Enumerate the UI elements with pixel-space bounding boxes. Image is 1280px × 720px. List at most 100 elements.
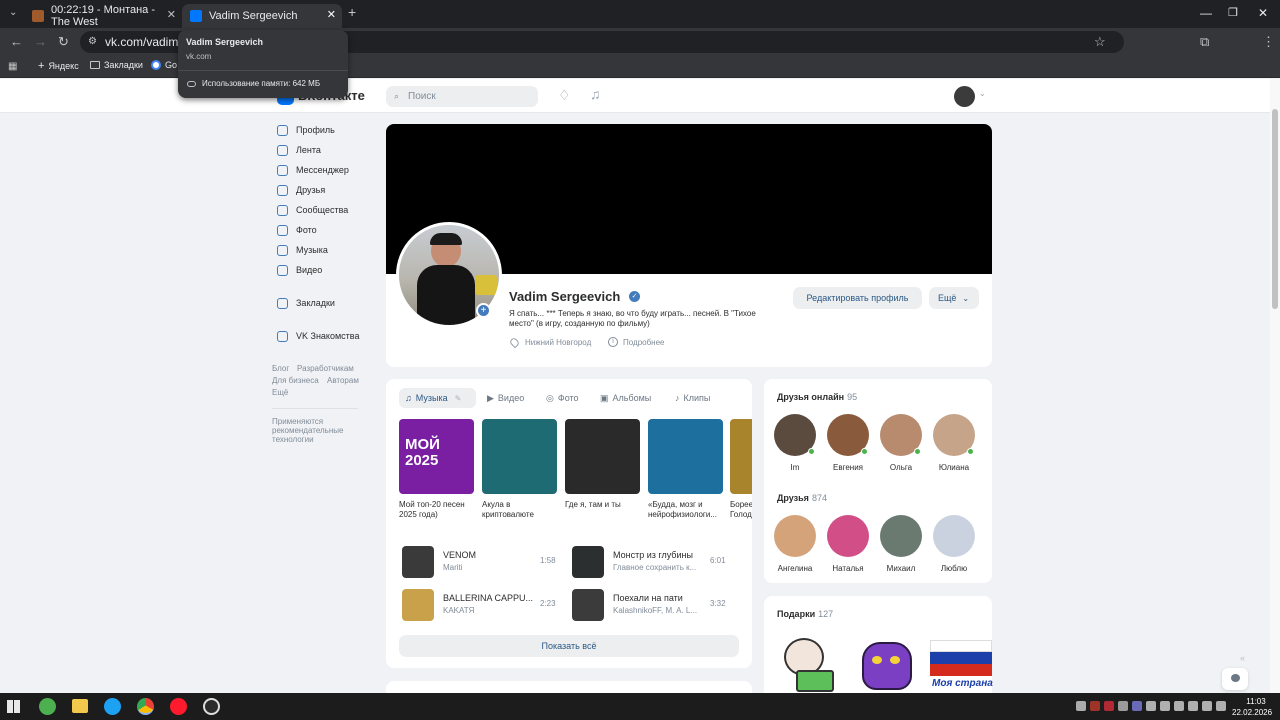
edge-icon[interactable]: [104, 698, 121, 715]
media-tab[interactable]: ▣ Альбомы: [600, 390, 651, 406]
friend-item[interactable]: Ангелина: [770, 515, 820, 573]
footer-link[interactable]: Авторам: [327, 376, 359, 385]
apps-grid-icon[interactable]: ▦: [8, 60, 17, 74]
gifts-title[interactable]: Подарки 127: [777, 609, 833, 619]
album-card[interactable]: МОЙ 2025 Мой топ-20 песен 2025 года): [399, 419, 474, 520]
show-all-button[interactable]: Показать всё: [399, 635, 739, 657]
tray-icon[interactable]: [1118, 701, 1128, 711]
footer-link[interactable]: Блог: [272, 364, 289, 373]
nav-item[interactable]: Фото: [277, 222, 317, 238]
page-scrollbar[interactable]: [1270, 79, 1280, 693]
search-input[interactable]: ⌕ Поиск: [386, 86, 538, 107]
obs-icon[interactable]: [203, 698, 220, 715]
friend-item[interactable]: Михаил: [876, 515, 926, 573]
media-tab[interactable]: ▶ Видео: [487, 390, 524, 406]
bookmark-item[interactable]: + Яндекс: [38, 60, 79, 72]
nav-item[interactable]: Закладки: [277, 295, 335, 311]
track-item[interactable]: Монстр из глубины Главное сохранить к... 6…: [572, 546, 732, 580]
clock-time[interactable]: 11:03: [1236, 697, 1276, 706]
footer-link[interactable]: Разработчикам: [297, 364, 354, 373]
tray-icon[interactable]: [1104, 701, 1114, 711]
tray-icon[interactable]: [1076, 701, 1086, 711]
friend-item[interactable]: Евгения: [823, 414, 873, 472]
nav-item[interactable]: Видео: [277, 262, 322, 278]
tab-search-icon[interactable]: ⌄: [9, 6, 17, 20]
track-item[interactable]: Поехали на пати KalashnikoFF, M. A. L... 3…: [572, 589, 732, 623]
tray-icon[interactable]: [1174, 701, 1184, 711]
add-story-plus-icon[interactable]: +: [476, 303, 491, 318]
tray-icon[interactable]: [1202, 701, 1212, 711]
chat-button[interactable]: [1222, 668, 1248, 690]
media-tab[interactable]: ♫ Музыка ✎: [405, 390, 461, 406]
nav-item[interactable]: Сообщества: [277, 202, 348, 218]
tray-icon[interactable]: [1188, 701, 1198, 711]
scrollbar-thumb[interactable]: [1272, 109, 1278, 309]
notifications-bell-icon[interactable]: ♢: [558, 87, 571, 104]
file-explorer-icon[interactable]: [72, 699, 88, 713]
clock-date[interactable]: 22.02.2026: [1232, 708, 1280, 717]
gift-sticker-monster[interactable]: [856, 634, 918, 693]
browser-tab-active[interactable]: Vadim Sergeevich ✕: [182, 4, 342, 28]
profile-city[interactable]: Нижний Новгород: [525, 338, 591, 347]
restore-icon[interactable]: ❐: [1228, 6, 1238, 19]
gift-sticker-cartoon[interactable]: [778, 634, 842, 693]
window-close-icon[interactable]: ✕: [1258, 6, 1268, 20]
extensions-puzzle-icon[interactable]: ⧉: [1200, 35, 1209, 49]
nav-item[interactable]: Профиль: [277, 122, 335, 138]
new-tab-plus-icon[interactable]: +: [348, 5, 356, 19]
music-player-icon[interactable]: ♫: [590, 86, 601, 102]
chrome-icon[interactable]: [137, 698, 154, 715]
tray-icon[interactable]: [1160, 701, 1170, 711]
site-info-icon[interactable]: ⚙: [88, 35, 97, 49]
tray-icon[interactable]: [1216, 701, 1226, 711]
verified-check-icon[interactable]: ✓: [629, 291, 640, 302]
friend-item[interactable]: Люблю: [929, 515, 979, 573]
recommendation-note[interactable]: Применяются рекомендательные технологии: [272, 417, 352, 444]
friend-item[interactable]: Im: [770, 414, 820, 472]
friend-item[interactable]: Ольга: [876, 414, 926, 472]
friends-title[interactable]: Друзья 874: [777, 493, 827, 503]
profile-status[interactable]: Я спать... *** Теперь я знаю, во что буд…: [509, 309, 779, 329]
album-card[interactable]: «Будда, мозг и нейрофизиологи...: [648, 419, 723, 520]
friend-item[interactable]: Наталья: [823, 515, 873, 573]
reload-icon[interactable]: ↻: [58, 35, 69, 49]
tray-icon[interactable]: [1090, 701, 1100, 711]
footer-link[interactable]: Для бизнеса: [272, 376, 319, 385]
opera-icon[interactable]: [170, 698, 187, 715]
tray-icon[interactable]: [1146, 701, 1156, 711]
bookmark-folder[interactable]: Закладки: [90, 60, 143, 70]
back-icon[interactable]: ←: [10, 35, 23, 49]
nav-item[interactable]: Друзья: [277, 182, 325, 198]
bookmark-star-icon[interactable]: ☆: [1094, 35, 1106, 49]
nav-item[interactable]: VK Знакомства: [277, 328, 359, 344]
album-card[interactable]: Акула в криптовалюте: [482, 419, 557, 520]
track-item[interactable]: VENOM Mariti 1:58: [402, 546, 562, 580]
media-tab[interactable]: ♪ Клипы: [675, 390, 710, 406]
menu-dots-icon[interactable]: ⋮: [1262, 35, 1275, 49]
album-card[interactable]: Борее Голод: [730, 419, 752, 520]
bookmark-item[interactable]: Go: [151, 60, 177, 70]
more-button[interactable]: Ещё ⌄: [929, 287, 979, 309]
tray-icon[interactable]: [1132, 701, 1142, 711]
browser-tab[interactable]: 00:22:19 - Монтана - The West ✕: [24, 4, 182, 28]
user-avatar-menu[interactable]: [954, 86, 975, 107]
nav-item[interactable]: Музыка: [277, 242, 328, 258]
chevron-down-icon[interactable]: ⌄: [979, 89, 986, 98]
close-tab-icon[interactable]: ✕: [167, 8, 176, 21]
track-item[interactable]: BALLERINA CAPPU... KAKATЯ 2:23: [402, 589, 562, 623]
taskbar-app-icon[interactable]: [39, 698, 56, 715]
collapse-arrows-icon[interactable]: «: [1240, 653, 1245, 663]
footer-link[interactable]: Ещё: [272, 388, 288, 397]
nav-item[interactable]: Лента: [277, 142, 321, 158]
pin-icon[interactable]: ✎: [455, 394, 462, 403]
nav-item[interactable]: Мессенджер: [277, 162, 349, 178]
profile-details-link[interactable]: Подробнее: [623, 338, 665, 347]
gift-russia-flag[interactable]: Моя страна: [930, 634, 993, 693]
album-card[interactable]: Где я, там и ты: [565, 419, 640, 510]
edit-profile-button[interactable]: Редактировать профиль: [793, 287, 922, 309]
forward-icon[interactable]: →: [34, 35, 47, 49]
windows-start-icon[interactable]: [7, 700, 20, 713]
friend-item[interactable]: Юлиана: [929, 414, 979, 472]
close-tab-icon[interactable]: ✕: [327, 8, 336, 21]
friends-online-title[interactable]: Друзья онлайн 95: [777, 392, 857, 402]
